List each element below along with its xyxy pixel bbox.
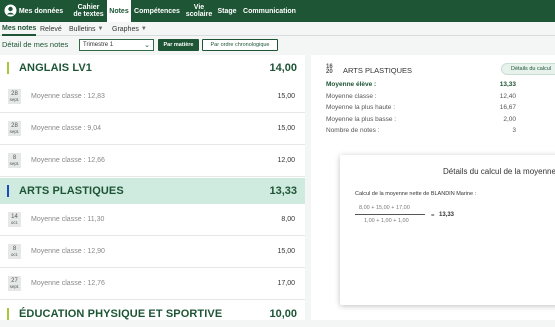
nav-communication[interactable]: Communication xyxy=(242,0,297,22)
subnav-mes-notes[interactable]: Mes notes xyxy=(2,22,37,36)
nav-cahier-de-textes[interactable]: Cahier de textes xyxy=(71,0,106,22)
subject-row-arts-plastiques[interactable]: ARTS PLASTIQUES 13,33 xyxy=(0,178,305,204)
date-badge: 8 oct. xyxy=(8,244,21,259)
highest-average-stat: Moyenne la plus haute :16,67 xyxy=(326,104,516,111)
chevron-down-icon: ▼ xyxy=(140,26,147,32)
subject-name: ÉDUCATION PHYSIQUE ET SPORTIVE xyxy=(19,308,223,320)
grade-row[interactable]: 28 sept. Moyenne classe : 12,83 15,00 xyxy=(0,81,305,113)
nav-vie-scolaire[interactable]: Vie scolaire xyxy=(183,0,215,22)
subject-color-bar xyxy=(7,62,9,74)
subject-average: 14,00 xyxy=(269,62,297,74)
grade-value: 12,00 xyxy=(277,157,295,164)
lowest-average-stat: Moyenne la plus basse :2,00 xyxy=(326,115,516,123)
class-average: Moyenne classe : 11,30 xyxy=(31,216,105,223)
subject-average: 10,00 xyxy=(269,308,297,320)
nav-stage[interactable]: Stage xyxy=(216,0,238,22)
formula-numerator: 8,00 + 15,00 + 17,00 xyxy=(359,205,410,211)
date-badge: 27 sept. xyxy=(8,276,21,291)
filter-label: Détail de mes notes xyxy=(2,40,69,49)
nav-notes[interactable]: Notes xyxy=(107,0,131,22)
subnav-graphes[interactable]: Graphes ▼ xyxy=(112,22,147,36)
class-average: Moyenne classe : 12,66 xyxy=(31,157,105,164)
top-navigation: Mes données Cahier de textes Notes Compé… xyxy=(0,0,555,22)
subnav-bulletins[interactable]: Bulletins ▼ xyxy=(69,22,103,36)
calculation-details-button[interactable]: Détails du calcul xyxy=(501,63,555,75)
sub-navigation: Mes notes Relevé Bulletins ▼ Graphes ▼ xyxy=(0,22,555,36)
grades-list: ANGLAIS LV1 14,00 28 sept. Moyenne classe… xyxy=(0,55,305,320)
average-formula: 8,00 + 15,00 + 17,00 1,00 + 1,00 + 1,00 xyxy=(355,203,425,227)
class-average: Moyenne classe : 12,90 xyxy=(31,248,105,255)
date-badge: 8 sept. xyxy=(8,153,21,168)
subject-color-bar xyxy=(7,308,9,320)
period-select[interactable]: Trimestre 1 ⌄ xyxy=(79,39,154,51)
grade-value: 17,00 xyxy=(277,280,295,287)
class-average: Moyenne classe : 12,83 xyxy=(31,93,105,100)
grade-row[interactable]: 27 sept. Moyenne classe : 12,76 17,00 xyxy=(0,268,305,300)
formula-denominator: 1,00 + 1,00 + 1,00 xyxy=(364,218,409,224)
grade-row[interactable]: 8 sept. Moyenne classe : 12,66 12,00 xyxy=(0,145,305,177)
subject-name: ARTS PLASTIQUES xyxy=(19,185,124,197)
nav-mes-donnees[interactable]: Mes données xyxy=(0,0,68,22)
class-average: Moyenne classe : 9,04 xyxy=(31,125,102,132)
equals-sign: = xyxy=(431,213,435,219)
grade-value: 15,00 xyxy=(277,125,295,132)
grade-value: 8,00 xyxy=(281,216,295,223)
detail-title: ARTS PLASTIQUES xyxy=(343,66,413,75)
modal-title: Détails du calcul de la moyenne xyxy=(443,167,555,176)
subject-color-bar xyxy=(7,185,9,197)
chevron-down-icon: ⌄ xyxy=(144,42,150,49)
subject-row-eps[interactable]: ÉDUCATION PHYSIQUE ET SPORTIVE 10,00 xyxy=(0,301,305,327)
class-average: Moyenne classe : 12,76 xyxy=(31,280,105,287)
grade-row[interactable]: 8 oct. Moyenne classe : 12,90 15,00 xyxy=(0,236,305,268)
calculation-details-modal: Détails du calcul de la moyenne Calcul d… xyxy=(340,155,555,305)
date-badge: 14 oct. xyxy=(8,212,21,227)
grade-row[interactable]: 28 sept. Moyenne classe : 9,04 15,00 xyxy=(0,113,305,145)
by-subject-button[interactable]: Par matière xyxy=(158,39,199,51)
filter-bar: Détail de mes notes Trimestre 1 ⌄ Par ma… xyxy=(0,36,555,55)
subject-name: ANGLAIS LV1 xyxy=(19,62,93,74)
nav-competences[interactable]: Compétences xyxy=(133,0,181,22)
grade-value: 15,00 xyxy=(277,248,295,255)
subnav-releve[interactable]: Relevé xyxy=(40,22,62,36)
student-average-stat: Moyenne élève :13,33 xyxy=(326,81,516,88)
date-badge: 28 sept. xyxy=(8,89,21,104)
chronological-button[interactable]: Par ordre chronologique xyxy=(202,39,278,51)
profile-icon xyxy=(4,4,17,17)
subject-average: 13,33 xyxy=(269,185,297,197)
date-badge: 28 sept. xyxy=(8,121,21,136)
modal-description: Calcul de la moyenne nette de BLANDIN Ma… xyxy=(355,191,477,197)
chevron-down-icon: ▼ xyxy=(97,26,104,32)
grade-count-stat: Nombre de notes :3 xyxy=(326,127,516,134)
fraction-line xyxy=(355,214,425,215)
subject-row-anglais[interactable]: ANGLAIS LV1 14,00 xyxy=(0,55,305,81)
grade-value: 15,00 xyxy=(277,93,295,100)
formula-result: 13,33 xyxy=(439,212,455,218)
grade-row[interactable]: 14 oct. Moyenne classe : 11,30 8,00 xyxy=(0,204,305,236)
fraction-icon: 16 20 xyxy=(326,64,333,75)
class-average-stat: Moyenne classe :12,40 xyxy=(326,92,516,100)
